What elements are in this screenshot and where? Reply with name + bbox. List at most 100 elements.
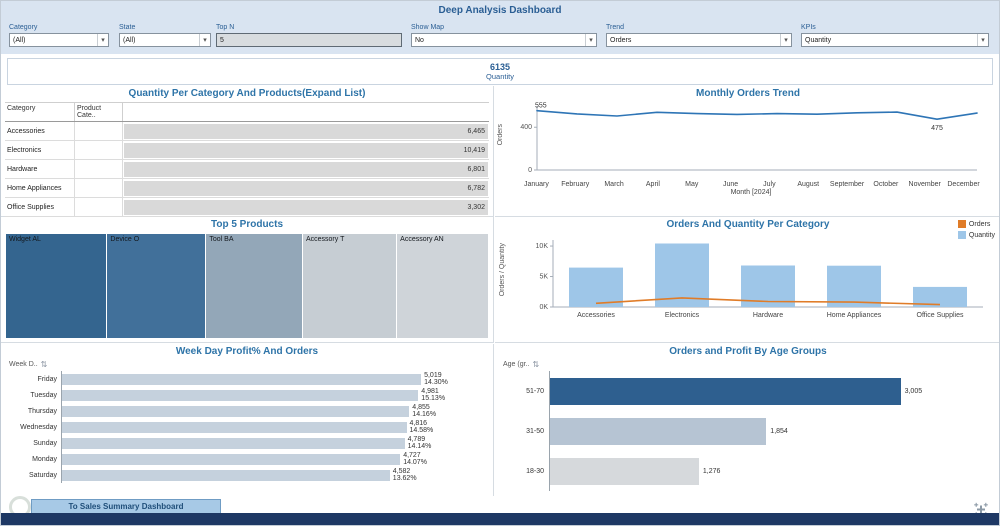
column-header-category[interactable]: Category: [5, 103, 75, 121]
selected-value: Orders: [610, 36, 632, 44]
filter-trend-dropdown[interactable]: Orders ▾: [606, 33, 792, 47]
category-cell[interactable]: Accessories: [5, 122, 75, 140]
orders-bar[interactable]: [62, 453, 401, 465]
table-row: Electronics 10,419: [5, 141, 489, 160]
filter-show_map-dropdown[interactable]: No ▾: [411, 33, 597, 47]
x-axis-title: Month [2024]: [730, 189, 772, 196]
quantity-value: 6,465: [467, 127, 485, 135]
sort-icon[interactable]: ⇅: [532, 360, 539, 369]
treemap-tile-label: Device O: [110, 236, 140, 243]
panel-orders-profit-age-groups: Orders and Profit By Age Groups Age (gr.…: [495, 344, 999, 496]
month-label: July: [763, 181, 776, 188]
sales-summary-nav-button[interactable]: To Sales Summary Dashboard: [31, 499, 221, 514]
column-header-age-group: Age (gr.. ⇅: [503, 360, 999, 369]
product-expand-cell[interactable]: [75, 141, 123, 159]
treemap-tile[interactable]: Tool BA: [206, 234, 302, 338]
profit-percent: 14.30%: [424, 379, 448, 386]
treemap-tile[interactable]: Accessory AN: [397, 234, 488, 338]
legend-item-orders[interactable]: Orders: [957, 220, 995, 228]
product-expand-cell[interactable]: [75, 122, 123, 140]
footer-bar: [1, 513, 999, 525]
x-axis-labels: January February March April May June July Augu…: [517, 181, 983, 188]
treemap-tile[interactable]: Device O: [107, 234, 206, 338]
table-row: Accessories 6,465: [5, 122, 489, 141]
field-label: Age (gr..: [503, 361, 530, 368]
point-label: 555: [535, 103, 547, 110]
quantity-bar[interactable]: 10,419: [124, 142, 488, 158]
hbar-chart: Friday 5,019 14.30% Tuesday 4,981 15.13% Thurs…: [1, 371, 493, 483]
orders-bar[interactable]: [62, 373, 422, 385]
category-label: Hardware: [753, 312, 783, 319]
category-label: Office Supplies: [917, 312, 964, 319]
weekday-label: Friday: [37, 375, 57, 383]
filter-label: KPIs: [801, 24, 816, 31]
orders-bar[interactable]: [62, 405, 410, 417]
weekday-label: Tuesday: [30, 391, 57, 399]
age-group-label: 18-30: [526, 467, 544, 475]
filter-kpis-dropdown[interactable]: Quantity ▾: [801, 33, 989, 47]
filter-category-dropdown[interactable]: (All) ▾: [9, 33, 109, 47]
trend-chart: Orders 0 400 555 475 January February March Ap…: [497, 102, 993, 196]
filter-label: State: [119, 24, 136, 31]
legend-label: Orders: [968, 220, 991, 228]
filter-label: Category: [9, 24, 38, 31]
month-label: January: [523, 181, 549, 188]
quantity-bar[interactable]: [569, 267, 623, 307]
chevron-down-icon: ▾: [199, 34, 210, 46]
treemap-tile[interactable]: Accessory T: [302, 234, 397, 338]
age-row: 18-30 1,276: [503, 451, 993, 491]
category-cell[interactable]: Office Supplies: [5, 198, 75, 216]
kpi-card: 6135 Quantity: [7, 58, 993, 85]
orders-bar[interactable]: [62, 389, 419, 401]
orders-bar[interactable]: [550, 377, 901, 405]
selected-value: No: [415, 36, 424, 44]
top-bar: Deep Analysis Dashboard Category (All) ▾ St…: [1, 1, 999, 54]
weekday-row: Wednesday 4,816 14.58%: [9, 419, 485, 435]
orders-bar[interactable]: [550, 417, 767, 445]
age-group-label: 51-70: [526, 387, 544, 395]
orders-bar[interactable]: [550, 457, 699, 485]
orders-bar[interactable]: [62, 469, 390, 481]
orders-bar[interactable]: [62, 421, 407, 433]
panel-title: Orders And Quantity Per Category: [666, 219, 830, 230]
panel-title: Orders and Profit By Age Groups: [669, 346, 827, 357]
panel-monthly-orders-trend: Monthly Orders Trend Orders 0 400 555 475 J…: [495, 86, 999, 217]
column-header-product-category[interactable]: Product Cate..: [75, 103, 123, 121]
quantity-bar[interactable]: [827, 265, 881, 307]
quantity-bar[interactable]: 3,302: [124, 199, 488, 215]
product-expand-cell[interactable]: [75, 179, 123, 197]
legend-item-quantity[interactable]: Quantity: [957, 231, 995, 239]
legend-swatch: [957, 220, 966, 228]
quantity-bar[interactable]: 6,782: [124, 180, 488, 196]
orders-value: 4,981: [421, 387, 439, 395]
quantity-bar[interactable]: 6,801: [124, 161, 488, 177]
panel-quantity-per-category: Quantity Per Category And Products(Expan…: [1, 86, 494, 217]
product-expand-cell[interactable]: [75, 160, 123, 178]
orders-trend-line[interactable]: [536, 109, 978, 121]
filter-label: Top N: [216, 24, 235, 31]
month-label: December: [947, 181, 980, 188]
y-tick-label: 0K: [539, 304, 548, 311]
category-cell[interactable]: Home Appliances: [5, 179, 75, 197]
weekday-row: Thursday 4,855 14.16%: [9, 403, 485, 419]
dashboard-root: Deep Analysis Dashboard Category (All) ▾ St…: [0, 0, 1000, 526]
category-label: Home Appliances: [827, 312, 882, 319]
sort-icon[interactable]: ⇅: [41, 360, 48, 369]
filter-top_n-input[interactable]: 5: [216, 33, 402, 47]
filter-state-dropdown[interactable]: (All) ▾: [119, 33, 211, 47]
product-expand-cell[interactable]: [75, 198, 123, 216]
table-row: Office Supplies 3,302: [5, 198, 489, 217]
treemap-tile[interactable]: Widget AL: [6, 234, 107, 338]
profit-percent: 14.58%: [409, 427, 434, 434]
category-cell[interactable]: Hardware: [5, 160, 75, 178]
orders-bar[interactable]: [62, 437, 405, 449]
quantity-bar[interactable]: 6,465: [124, 123, 488, 139]
panel-title: Monthly Orders Trend: [696, 88, 800, 99]
month-label: April: [645, 181, 660, 188]
filter-top_n: Top N 5: [216, 24, 402, 47]
orders-value: 4,855: [412, 403, 430, 411]
category-cell[interactable]: Electronics: [5, 141, 75, 159]
y-axis-label: Orders: [497, 124, 504, 146]
orders-value: 4,582: [392, 467, 411, 475]
filter-label: Trend: [606, 24, 625, 31]
